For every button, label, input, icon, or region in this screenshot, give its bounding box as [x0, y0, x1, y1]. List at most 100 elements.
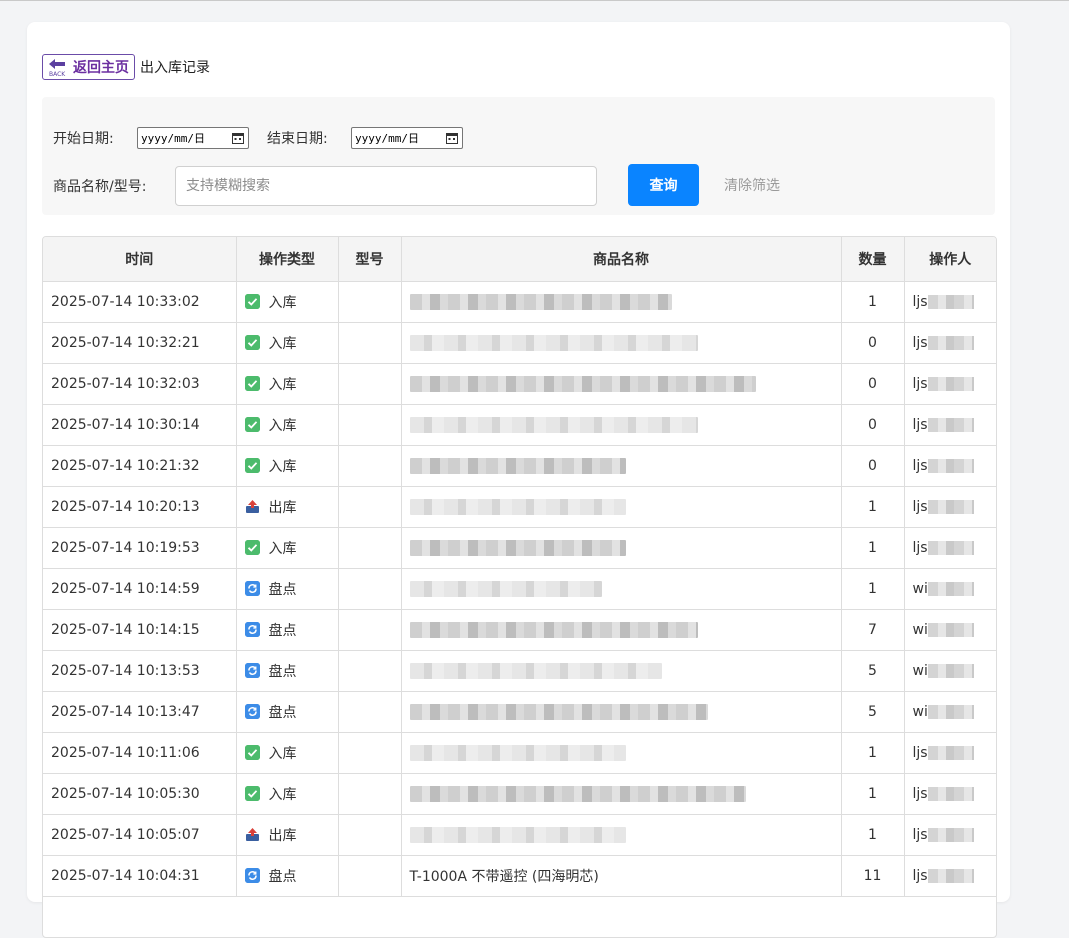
calendar-icon[interactable] [446, 132, 458, 144]
table-header-row: 时间 操作类型 型号 商品名称 数量 操作人 [43, 237, 996, 282]
refresh-icon [244, 581, 260, 596]
redacted-product-name [409, 499, 626, 515]
check-icon [244, 786, 260, 801]
column-header-qty[interactable]: 数量 [841, 237, 905, 282]
operator-name: ljs [912, 294, 928, 310]
end-date-value: yyyy/mm/日 [355, 132, 419, 145]
redacted-operator [927, 869, 974, 883]
time-cell: 2025-07-14 10:11:06 [43, 732, 237, 774]
operator-cell: wi [904, 691, 996, 733]
operator-name: wi [912, 663, 928, 679]
table-row[interactable]: 2025-07-14 10:05:07 出库 1 ljs [43, 814, 996, 856]
operator-cell: wi [904, 650, 996, 692]
type-cell: 出库 [236, 486, 339, 528]
type-cell: 盘点 [236, 609, 339, 651]
operator-name: ljs [912, 335, 928, 351]
column-header-model[interactable]: 型号 [338, 237, 402, 282]
time-cell: 2025-07-14 10:30:14 [43, 404, 237, 446]
redacted-product-name [409, 335, 698, 351]
model-cell [338, 855, 402, 897]
operator-cell: ljs [904, 814, 996, 856]
column-header-operator[interactable]: 操作人 [904, 237, 996, 282]
table-row[interactable]: 2025-07-14 10:32:21 入库 0 ljs [43, 322, 996, 364]
type-cell: 入库 [236, 363, 339, 405]
redacted-operator [927, 746, 974, 760]
operator-cell: ljs [904, 855, 996, 897]
product-name-label: 商品名称/型号: [53, 179, 147, 195]
table-row[interactable]: 2025-07-14 10:13:53 盘点 5 wi [43, 650, 996, 692]
column-header-time[interactable]: 时间 [43, 237, 237, 282]
time-cell: 2025-07-14 10:20:13 [43, 486, 237, 528]
product-name-cell [401, 281, 842, 323]
product-name-cell [401, 568, 842, 610]
quantity-cell: 5 [841, 650, 905, 692]
type-label: 盘点 [268, 705, 297, 721]
model-cell [338, 363, 402, 405]
quantity-cell: 1 [841, 732, 905, 774]
operator-cell: ljs [904, 527, 996, 569]
operator-name: ljs [912, 868, 928, 884]
table-row[interactable]: 2025-07-14 10:11:06 入库 1 ljs [43, 732, 996, 774]
redacted-operator [927, 582, 974, 596]
product-name-cell [401, 609, 842, 651]
table-row[interactable]: 2025-07-14 10:33:02 入库 1 ljs [43, 281, 996, 323]
operator-name: ljs [912, 376, 928, 392]
operator-name: ljs [912, 499, 928, 515]
check-icon [244, 335, 260, 350]
type-cell: 入库 [236, 404, 339, 446]
end-date-input[interactable]: yyyy/mm/日 [351, 127, 463, 149]
redacted-product-name [409, 745, 626, 761]
table-row[interactable]: 2025-07-14 10:20:13 出库 1 ljs [43, 486, 996, 528]
start-date-label: 开始日期: [53, 131, 114, 147]
type-label: 入库 [268, 746, 297, 762]
model-cell [338, 445, 402, 487]
operator-name: wi [912, 704, 928, 720]
table-row[interactable]: 2025-07-14 10:14:15 盘点 7 wi [43, 609, 996, 651]
type-cell: 盘点 [236, 650, 339, 692]
redacted-product-name [409, 663, 662, 679]
product-name-cell [401, 650, 842, 692]
table-row[interactable]: 2025-07-14 10:19:53 入库 1 ljs [43, 527, 996, 569]
redacted-operator [927, 295, 974, 309]
check-icon [244, 458, 260, 473]
operator-cell: ljs [904, 404, 996, 446]
back-home-button[interactable]: BACK 返回主页 [42, 54, 135, 80]
operator-cell: ljs [904, 732, 996, 774]
quantity-cell: 0 [841, 322, 905, 364]
time-cell: 2025-07-14 10:14:15 [43, 609, 237, 651]
table-row[interactable]: 2025-07-14 10:32:03 入库 0 ljs [43, 363, 996, 405]
operator-cell: ljs [904, 773, 996, 815]
type-label: 入库 [268, 377, 297, 393]
redacted-product-name [409, 581, 602, 597]
quantity-cell: 1 [841, 527, 905, 569]
table-row[interactable]: 2025-07-14 10:14:59 盘点 1 wi [43, 568, 996, 610]
redacted-operator [927, 377, 974, 391]
type-label: 入库 [268, 459, 297, 475]
type-cell: 盘点 [236, 691, 339, 733]
redacted-operator [927, 828, 974, 842]
query-button[interactable]: 查询 [628, 164, 699, 206]
table-row[interactable]: 2025-07-14 10:13:47 盘点 5 wi [43, 691, 996, 733]
type-cell: 入库 [236, 281, 339, 323]
type-label: 盘点 [268, 582, 297, 598]
outbound-box-icon [245, 827, 260, 842]
quantity-cell: 5 [841, 691, 905, 733]
time-cell: 2025-07-14 10:05:07 [43, 814, 237, 856]
table-row[interactable]: 2025-07-14 10:30:14 入库 0 ljs [43, 404, 996, 446]
table-row[interactable]: 2025-07-14 10:21:32 入库 0 ljs [43, 445, 996, 487]
column-header-type[interactable]: 操作类型 [236, 237, 339, 282]
model-cell [338, 404, 402, 446]
type-cell: 入库 [236, 732, 339, 774]
column-header-product[interactable]: 商品名称 [401, 237, 842, 282]
calendar-icon[interactable] [232, 132, 244, 144]
quantity-cell: 0 [841, 404, 905, 446]
product-name-cell [401, 363, 842, 405]
refresh-icon [244, 868, 260, 883]
product-search-input[interactable] [175, 166, 597, 206]
outbound-box-icon [245, 499, 260, 514]
table-row[interactable]: 2025-07-14 10:04:31 盘点 T-1000A 不带遥控 (四海明芯)… [43, 855, 996, 897]
clear-filter-link[interactable]: 清除筛选 [724, 175, 780, 195]
top-divider [0, 0, 1069, 1]
start-date-input[interactable]: yyyy/mm/日 [137, 127, 249, 149]
table-row[interactable]: 2025-07-14 10:05:30 入库 1 ljs [43, 773, 996, 815]
